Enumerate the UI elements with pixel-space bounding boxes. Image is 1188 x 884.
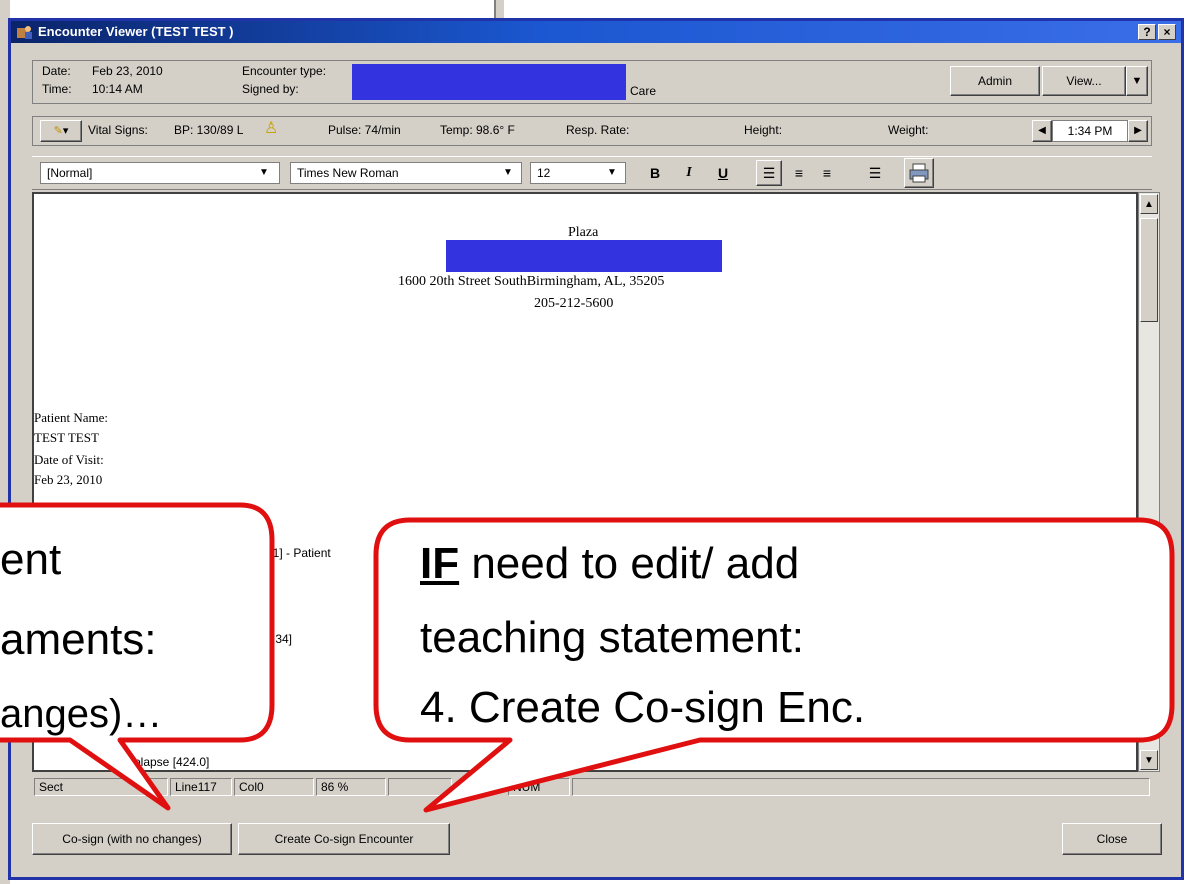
left-callout-line-2: aments:: [0, 615, 157, 664]
right-callout-line-1-rest: need to edit/ add: [459, 539, 800, 588]
left-callout-line-1: ent: [0, 535, 62, 584]
right-callout-line-1: IF need to edit/ add: [420, 540, 799, 588]
right-callout-if: IF: [420, 539, 460, 588]
callout-overlay: [0, 502, 1175, 813]
left-callout-line-3: anges)…: [0, 692, 163, 736]
right-callout-line-3: 4. Create Co-sign Enc.: [420, 683, 866, 732]
right-callout-line-2: teaching statement:: [420, 613, 805, 662]
